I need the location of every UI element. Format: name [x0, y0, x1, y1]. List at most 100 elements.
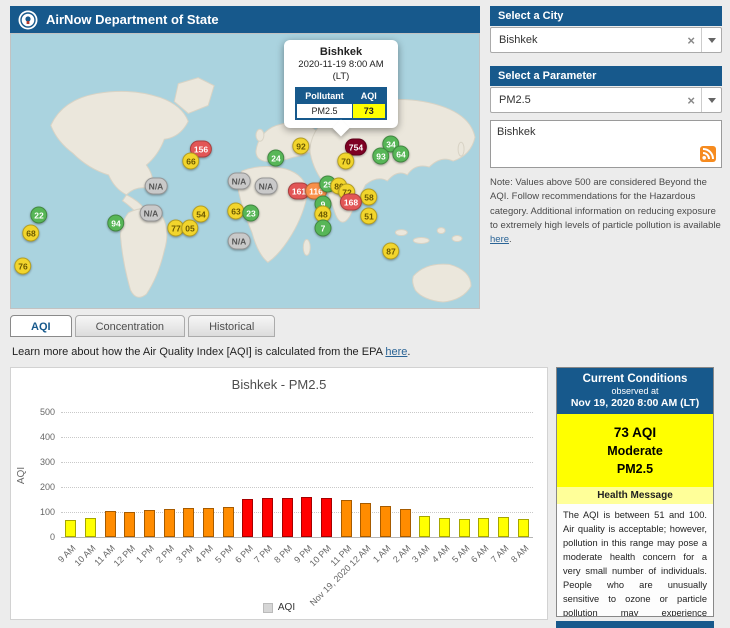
aqi-map-marker[interactable]: N/A [228, 173, 251, 190]
city-select-value: Bishkek [491, 34, 681, 46]
tab-concentration[interactable]: Concentration [75, 315, 186, 337]
popup-col-aqi: AQI [352, 88, 386, 104]
x-axis-tick: 12 PM [111, 543, 136, 568]
aqi-category: Moderate [561, 444, 709, 458]
aqi-bar[interactable] [105, 511, 116, 537]
aqi-bar[interactable] [419, 516, 430, 537]
x-axis-tick: 7 PM [253, 543, 275, 565]
aqi-bar[interactable] [223, 507, 234, 538]
popup-aqi-value: 73 [352, 104, 386, 120]
x-axis-tick: 7 AM [489, 543, 511, 565]
aqi-bar[interactable] [282, 498, 293, 537]
learn-more-prefix: Learn more about how the Air Quality Ind… [12, 346, 385, 358]
aqi-map-marker[interactable]: 24 [267, 150, 284, 167]
aqi-map-marker[interactable]: 22 [30, 207, 47, 224]
current-conditions-header: Current Conditions observed at Nov 19, 2… [557, 368, 713, 414]
current-conditions-panel: Current Conditions observed at Nov 19, 2… [556, 367, 714, 617]
y-axis-tick: 500 [40, 407, 55, 417]
aqi-bar[interactable] [321, 498, 332, 537]
aqi-map-marker[interactable]: 87 [382, 243, 399, 260]
aqi-map-marker[interactable]: 58 [360, 189, 377, 206]
learn-more-text: Learn more about how the Air Quality Ind… [12, 346, 410, 358]
popup-timezone: (LT) [288, 71, 394, 82]
aqi-map-marker[interactable]: 92 [292, 138, 309, 155]
aqi-map-marker[interactable]: 93 [372, 148, 389, 165]
popup-datetime: 2020-11-19 8:00 AM [288, 59, 394, 70]
y-axis-tick: 300 [40, 457, 55, 467]
aqi-bar[interactable] [518, 519, 529, 537]
parameter-select[interactable]: PM2.5 × [490, 87, 722, 113]
aqi-bar[interactable] [242, 499, 253, 537]
health-message-text: The AQI is between 51 and 100. Air quali… [557, 504, 713, 617]
y-axis-label: AQI [16, 467, 27, 484]
city-clear-icon[interactable]: × [681, 33, 701, 48]
note-text: Note: Values above 500 are considered Be… [490, 176, 722, 247]
aqi-map-marker[interactable]: 64 [392, 146, 409, 163]
rss-icon[interactable] [700, 146, 716, 162]
y-axis-tick: 0 [50, 532, 55, 542]
tab-historical[interactable]: Historical [188, 315, 275, 337]
aqi-bar[interactable] [360, 503, 371, 537]
aqi-map-marker[interactable]: N/A [228, 233, 251, 250]
chart-legend[interactable]: AQI [11, 602, 547, 613]
feed-box-value: Bishkek [497, 126, 536, 138]
aqi-bar[interactable] [380, 506, 391, 537]
x-axis-tick: 1 AM [371, 543, 393, 565]
aqi-bar[interactable] [85, 518, 96, 538]
aqi-world-map[interactable]: 22687694N/AN/A15666547705249275470349364… [10, 33, 480, 309]
learn-more-here-link[interactable]: here [385, 346, 407, 358]
aqi-bar[interactable] [439, 518, 450, 538]
aqi-bar[interactable] [341, 500, 352, 537]
app-title: AirNow Department of State [46, 12, 219, 27]
aqi-bar[interactable] [164, 509, 175, 537]
y-axis-tick: 400 [40, 432, 55, 442]
x-axis-tick: 10 PM [308, 543, 333, 568]
legend-label: AQI [278, 602, 295, 613]
aqi-bar[interactable] [144, 510, 155, 538]
aqi-map-marker[interactable]: 7 [315, 220, 332, 237]
popup-row: PM2.5 73 [296, 104, 386, 120]
x-axis-tick: 3 PM [174, 543, 196, 565]
x-axis-tick: 6 PM [233, 543, 255, 565]
x-axis-tick: 5 PM [213, 543, 235, 565]
aqi-map-marker[interactable]: 05 [181, 220, 198, 237]
aqi-bar[interactable] [262, 498, 273, 538]
aqi-bar[interactable] [478, 518, 489, 537]
aqi-bar[interactable] [459, 519, 470, 537]
page: AirNow Department of State [0, 0, 730, 628]
aqi-map-marker[interactable]: N/A [255, 178, 278, 195]
x-axis-tick: 3 AM [410, 543, 432, 565]
aqi-bar[interactable] [65, 520, 76, 538]
city-select[interactable]: Bishkek × [490, 27, 722, 53]
aqi-map-marker[interactable]: 66 [182, 153, 199, 170]
x-axis-tick: 2 PM [154, 543, 176, 565]
aqi-map-marker[interactable]: 76 [14, 258, 31, 275]
aqi-bar[interactable] [183, 508, 194, 537]
tab-aqi[interactable]: AQI [10, 315, 72, 337]
parameter-clear-icon[interactable]: × [681, 93, 701, 108]
aqi-bar[interactable] [124, 512, 135, 538]
parameter-dropdown-arrow-icon[interactable] [701, 88, 721, 112]
chart-gridline [61, 487, 533, 488]
city-dropdown-arrow-icon[interactable] [701, 28, 721, 52]
aqi-bar[interactable] [400, 509, 411, 537]
x-axis-tick: 4 PM [194, 543, 216, 565]
aqi-bar[interactable] [498, 517, 509, 537]
chart-plot: 01002003004005009 AM10 AM11 AM12 PM1 PM2… [61, 412, 533, 538]
aqi-map-marker[interactable]: 54 [192, 206, 209, 223]
aqi-map-marker[interactable]: 51 [360, 208, 377, 225]
aqi-map-marker[interactable]: 70 [337, 153, 354, 170]
popup-col-pollutant: Pollutant [296, 88, 352, 104]
aqi-bar[interactable] [301, 497, 312, 537]
aqi-bar[interactable] [203, 508, 214, 538]
note-here-link[interactable]: here [490, 234, 509, 245]
popup-aqi-table: Pollutant AQI PM2.5 73 [295, 87, 387, 120]
aqi-map-marker[interactable]: 23 [242, 205, 259, 222]
feed-box[interactable]: Bishkek [490, 120, 722, 168]
aqi-map-marker[interactable]: 68 [22, 225, 39, 242]
aqi-map-marker[interactable]: N/A [140, 205, 163, 222]
aqi-map-marker[interactable]: 168 [340, 194, 362, 211]
x-axis-tick: 10 AM [72, 543, 97, 568]
aqi-map-marker[interactable]: N/A [145, 178, 168, 195]
aqi-map-marker[interactable]: 94 [107, 215, 124, 232]
